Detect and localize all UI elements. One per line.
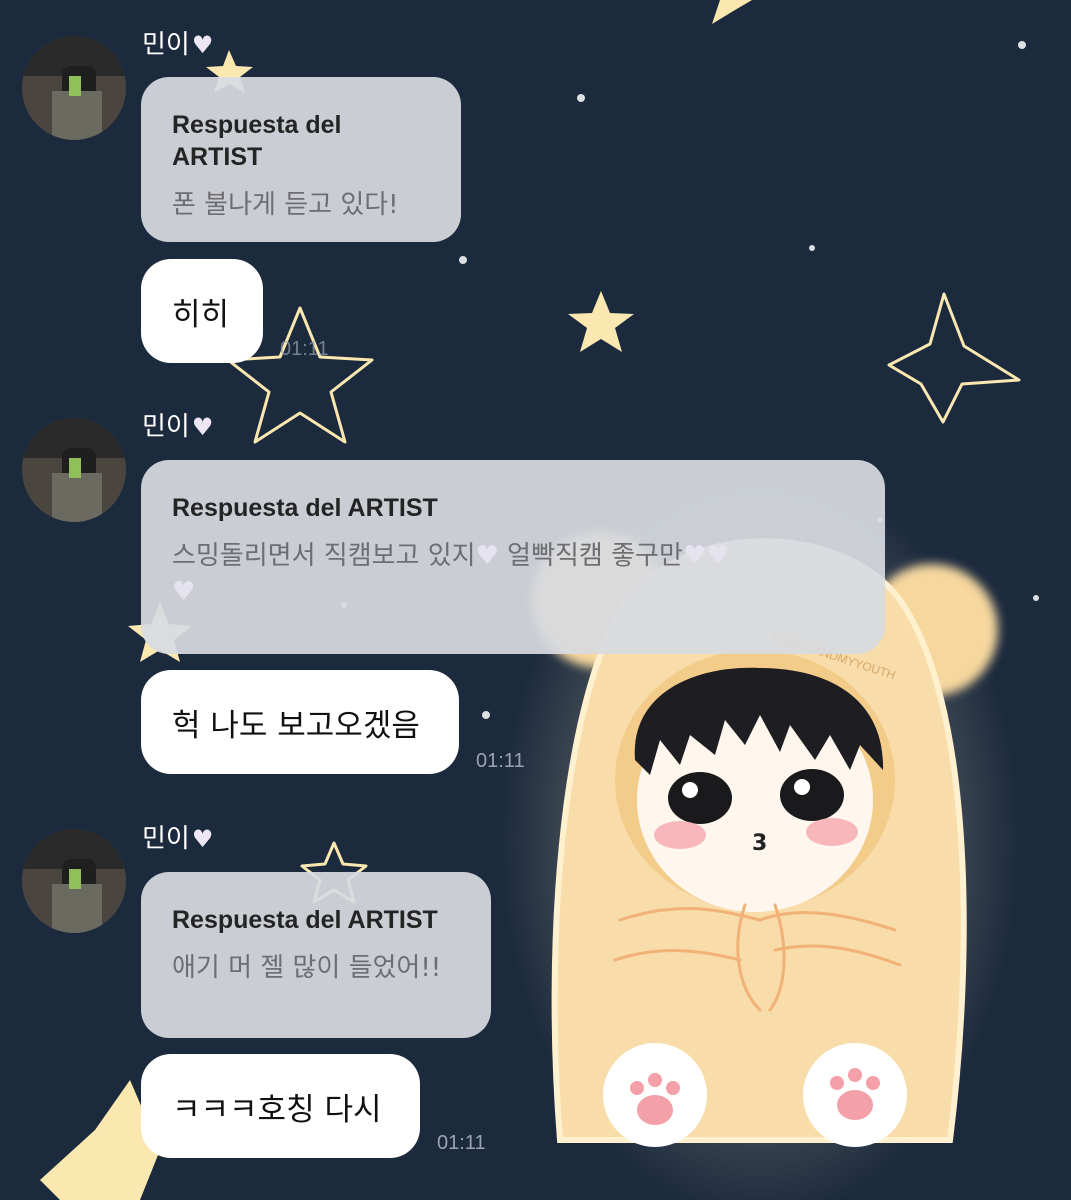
reply-text: 애기 머 젤 많이 들었어!!: [172, 953, 442, 983]
sender-name: 민이♥: [142, 824, 213, 854]
sender-avatar[interactable]: [22, 418, 126, 522]
reply-text-part: 얼빡직캠 좋구만: [498, 541, 683, 571]
white-heart-icon: ♥: [172, 577, 196, 607]
message-text: ㅋㅋㅋ호칭 다시: [172, 1091, 382, 1128]
illustration-mouth: 3: [752, 831, 767, 856]
reply-header: Respuesta del ARTIST: [172, 906, 438, 934]
white-heart-icon: ♥: [475, 541, 499, 571]
artist-reply-bubble[interactable]: Respuesta del ARTIST 애기 머 젤 많이 들었어!!: [141, 872, 491, 1038]
reply-text: 스밍돌리면서 직캠보고 있지♥ 얼빡직캠 좋구만♥♥ ♥: [172, 538, 855, 610]
sender-name-text: 민이: [142, 824, 190, 854]
reply-header: Respuesta del ARTIST: [172, 494, 438, 522]
message-time: 01:11: [280, 338, 329, 360]
sender-name-text: 민이: [142, 30, 190, 60]
message-bubble[interactable]: ㅋㅋㅋ호칭 다시: [141, 1054, 420, 1158]
message-bubble[interactable]: 헉 나도 보고오겠음: [141, 670, 459, 774]
message-text: 헉 나도 보고오겠음: [172, 707, 420, 744]
sender-name: 민이♥: [142, 412, 213, 442]
white-heart-icon: ♥: [191, 31, 214, 59]
reply-text: 폰 불나게 듣고 있다!: [172, 190, 399, 220]
artist-reply-bubble[interactable]: Respuesta del ARTIST 폰 불나게 듣고 있다!: [141, 77, 461, 242]
reply-text-part: 스밍돌리면서 직캠보고 있지: [172, 541, 476, 571]
message-bubble[interactable]: 히히: [141, 259, 263, 363]
reply-header: Respuesta del ARTIST: [172, 111, 342, 171]
sender-name: 민이♥: [142, 30, 213, 60]
message-text: 히히: [172, 296, 230, 333]
white-heart-icon: ♥♥: [682, 541, 730, 571]
sender-avatar[interactable]: [22, 36, 126, 140]
white-heart-icon: ♥: [191, 413, 214, 441]
user-avatar-photo: [22, 36, 126, 140]
sender-avatar[interactable]: [22, 829, 126, 933]
artist-reply-bubble[interactable]: Respuesta del ARTIST 스밍돌리면서 직캠보고 있지♥ 얼빡직…: [141, 460, 885, 654]
user-avatar-photo: [22, 829, 126, 933]
sender-name-text: 민이: [142, 412, 190, 442]
user-avatar-photo: [22, 418, 126, 522]
message-time: 01:11: [476, 750, 525, 772]
white-heart-icon: ♥: [191, 825, 214, 853]
message-time: 01:11: [437, 1132, 486, 1154]
